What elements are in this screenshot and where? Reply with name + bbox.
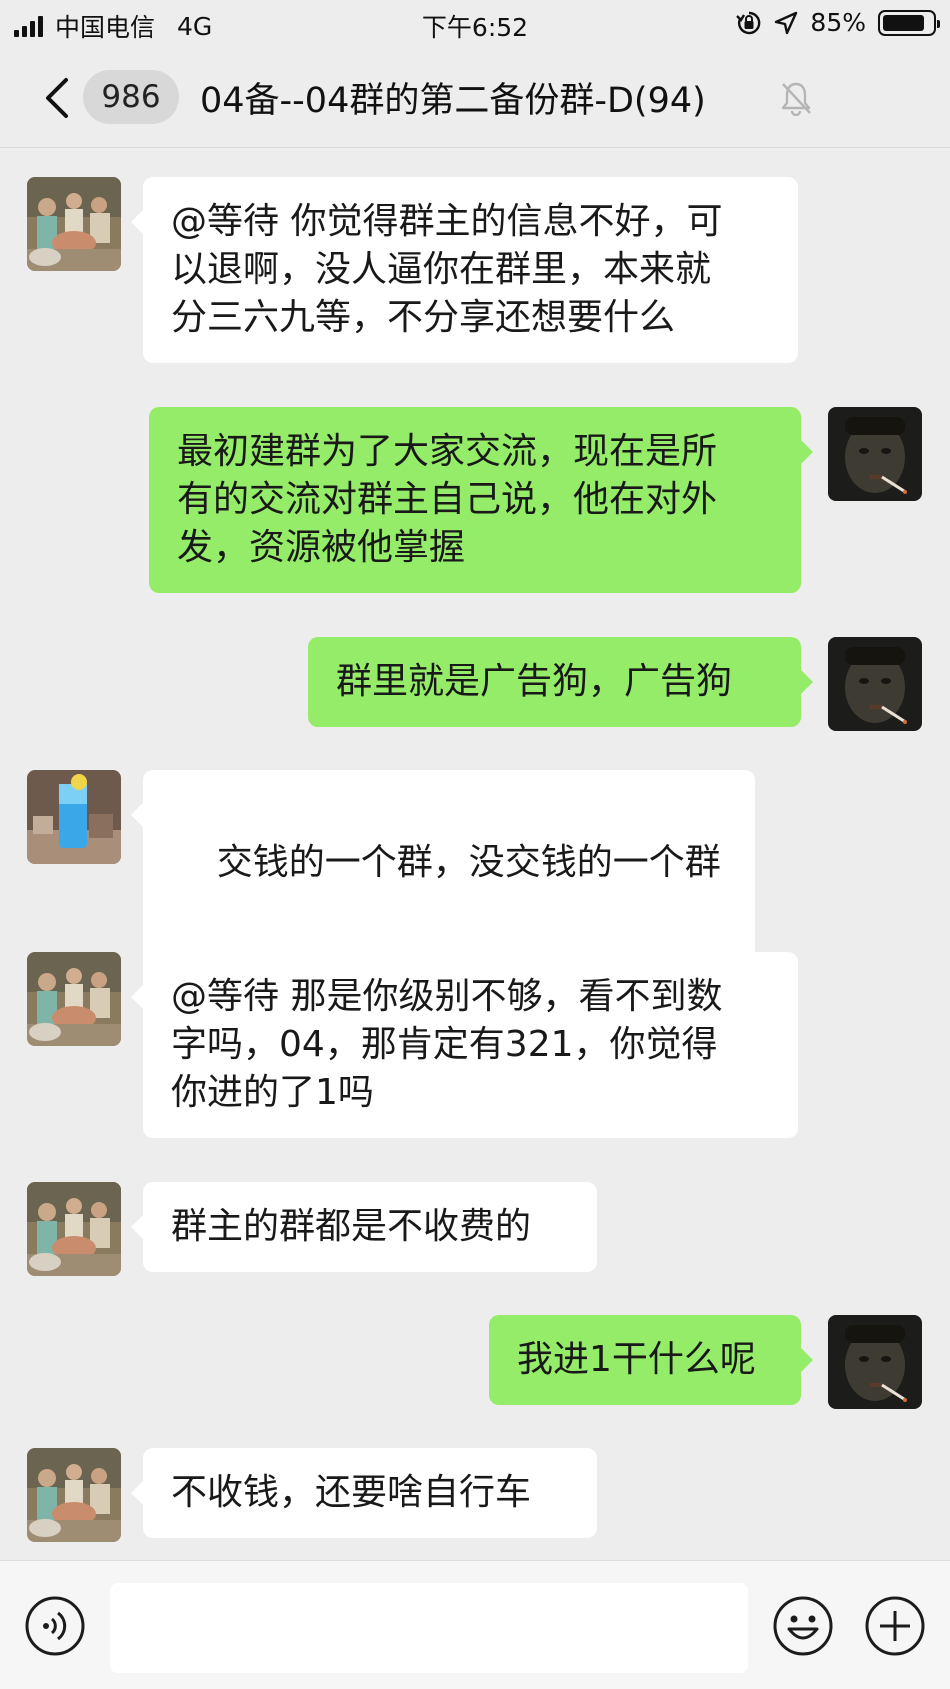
back-chevron-icon[interactable]	[40, 76, 74, 120]
group-photo-avatar	[27, 177, 121, 271]
location-arrow-icon	[775, 11, 798, 34]
self-dark-avatar	[828, 1315, 922, 1409]
group-photo-avatar	[27, 1182, 121, 1276]
message-input[interactable]	[110, 1583, 748, 1673]
message-bubble[interactable]: 最初建群为了大家交流，现在是所 有的交流对群主自己说，他在对外 发，资源被他掌握	[149, 407, 813, 593]
self-dark-avatar	[828, 637, 922, 731]
avatar[interactable]	[27, 952, 121, 1046]
orientation-lock-icon	[736, 11, 761, 34]
battery-icon	[878, 9, 940, 36]
avatar[interactable]	[828, 1315, 922, 1409]
avatar[interactable]	[27, 1448, 121, 1542]
message-list[interactable]: @等待 你觉得群主的信息不好，可 以退啊，没人逼你在群里，本来就 分三六九等，不…	[0, 150, 950, 1560]
blue-drink-avatar	[27, 770, 121, 864]
unread-count-badge[interactable]: 986	[83, 70, 179, 124]
input-bar	[0, 1560, 950, 1689]
message-bubble[interactable]: @等待 那是你级别不够，看不到数 字吗，04，那肯定有321，你觉得 你进的了1…	[131, 952, 798, 1138]
voice-input-icon[interactable]	[24, 1595, 86, 1657]
group-photo-avatar	[27, 952, 121, 1046]
message-bubble[interactable]: 群主的群都是不收费的	[131, 1182, 597, 1272]
battery-fill	[883, 14, 924, 31]
message-text: 交钱的一个群，没交钱的一个群	[216, 842, 721, 883]
self-dark-avatar	[828, 407, 922, 501]
message-bubble[interactable]: 群里就是广告狗，广告狗	[308, 637, 813, 727]
message-bubble[interactable]: 不收钱，还要啥自行车	[131, 1448, 597, 1538]
avatar[interactable]	[27, 1182, 121, 1276]
status-bar: 中国电信 4G 下午6:52 85%	[0, 0, 950, 48]
avatar[interactable]	[27, 177, 121, 271]
avatar[interactable]	[828, 407, 922, 501]
battery-percent-label: 85%	[810, 8, 866, 37]
avatar[interactable]	[828, 637, 922, 731]
message-bubble[interactable]: 我进1干什么呢	[489, 1315, 813, 1405]
status-right: 85%	[736, 8, 940, 37]
mute-bell-icon	[781, 82, 811, 116]
avatar[interactable]	[27, 770, 121, 864]
chat-header: 986 04备--04群的第二备份群-D(94)	[0, 48, 950, 148]
message-bubble[interactable]: @等待 你觉得群主的信息不好，可 以退啊，没人逼你在群里，本来就 分三六九等，不…	[131, 177, 798, 363]
page-title: 04备--04群的第二备份群-D(94)	[200, 81, 706, 121]
more-options-plus-icon[interactable]	[864, 1595, 926, 1657]
emoji-picker-icon[interactable]	[772, 1595, 834, 1657]
group-photo-avatar	[27, 1448, 121, 1542]
